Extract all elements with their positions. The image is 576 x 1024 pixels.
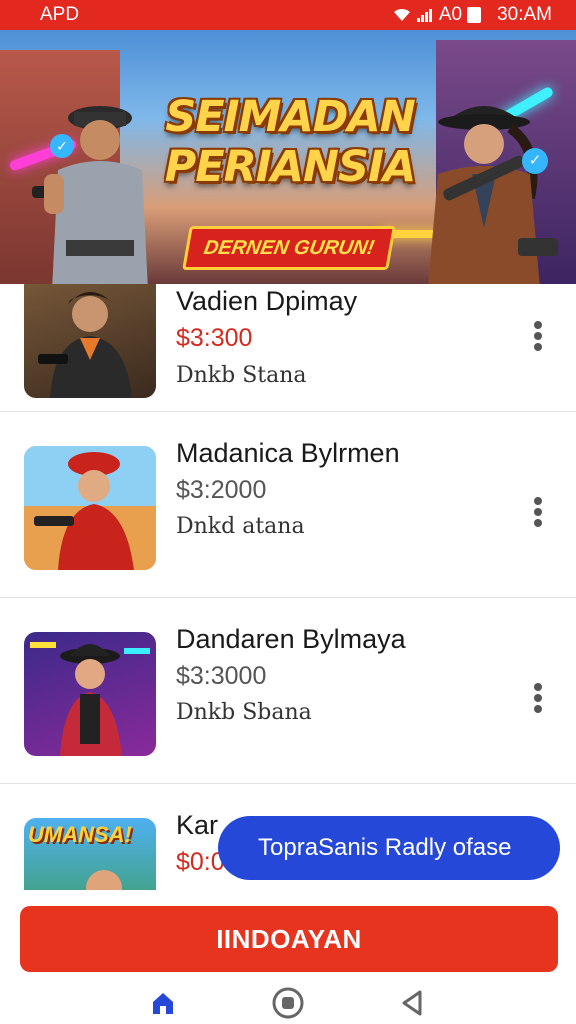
banner-title: SEIMADAN PERIANSIA [140,92,440,192]
banner-title-line2: PERIANSIA [164,142,417,192]
banner-subtitle: DERNEN GURUN! [182,226,396,270]
item-thumbnail-art [24,446,156,570]
item-status: Dnkb Stana [176,363,307,388]
status-icons: A0 [393,4,482,26]
system-nav-bar [0,982,576,1024]
bottom-area: IINDOAYAN [0,890,576,1024]
item-thumbnail [24,284,156,398]
item-price: $3:300 [176,324,253,352]
carrier-label: APD [40,4,80,25]
item-title: Kar [176,810,219,840]
more-options-icon[interactable] [528,680,548,716]
status-right: A0 30:AM [393,4,552,26]
banner-character-left [32,106,148,284]
verified-badge-icon: ✓ [522,148,548,174]
item-title: Vadien Dpimay [176,286,358,316]
more-options-icon[interactable] [528,318,548,354]
item-thumbnail [24,446,156,570]
item-price: $3:2000 [176,476,267,504]
list-item[interactable]: Dandaren Bylmaya $3:3000 Dnkb Sbana [0,600,576,784]
status-bar: APD A0 30:AM [0,0,576,30]
item-status: Dnkd atana [176,514,305,539]
banner-title-line1: SEIMADAN [165,92,415,142]
primary-action-button[interactable]: IINDOAYAN [20,906,558,972]
battery-icon [467,7,482,23]
signal-icon [416,7,434,23]
list-item[interactable]: Vadien Dpimay $3:300 Dnkb Stana [0,284,576,412]
home-icon[interactable] [143,983,183,1023]
network-label: A0 [438,4,463,25]
item-thumbnail [24,632,156,756]
item-status: Dnkb Sbana [176,700,312,725]
item-title: Dandaren Bylmaya [176,624,406,654]
promo-banner[interactable]: ✓ ✓ SEIMADAN PERIANSIA DERNEN GURUN! [0,30,576,284]
toast-notification[interactable]: TopraSanis Radly ofase [218,816,560,880]
item-price: $3:3000 [176,662,267,690]
item-thumbnail-art [30,642,150,756]
item-title: Madanica Bylrmen [176,438,400,468]
status-time: 30:AM [497,4,552,25]
item-thumbnail-art [38,292,132,398]
back-icon[interactable] [393,983,433,1023]
thumbnail-logo-text: UMANSA! [28,822,132,847]
more-options-icon[interactable] [528,494,548,530]
wifi-icon [393,7,411,23]
list-item[interactable]: Madanica Bylrmen $3:2000 Dnkd atana [0,414,576,598]
item-list[interactable]: Vadien Dpimay $3:300 Dnkb Stana Madanica… [0,284,576,890]
circle-icon[interactable] [268,983,308,1023]
verified-badge-icon: ✓ [50,134,74,158]
item-thumbnail: UMANSA! [24,818,156,890]
